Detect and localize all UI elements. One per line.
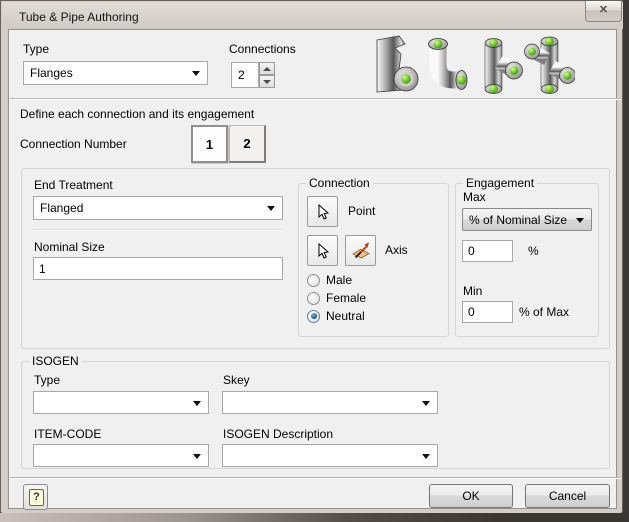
isogen-item-code-combobox[interactable] [33,444,209,467]
help-icon: ? [29,489,44,506]
connections-input[interactable] [231,62,259,88]
max-percent-suffix: % [528,244,539,258]
background-shadow-strip [0,513,629,522]
title-bar: Tube & Pipe Authoring [2,2,623,29]
top-separator [10,98,621,99]
connection-number-label: Connection Number [20,137,127,151]
cross-fitting-icon [524,36,575,94]
nominal-size-input[interactable] [33,257,283,280]
type-combobox[interactable]: Flanges [23,61,208,85]
radio-icon [307,273,320,287]
chevron-down-icon [576,217,584,223]
end-treatment-value: Flanged [40,201,84,215]
footer-separator [10,477,621,478]
type-label: Type [23,42,50,56]
isogen-description-combobox[interactable] [222,444,438,467]
isogen-skey-combobox[interactable] [222,391,438,414]
chevron-down-icon [422,453,430,459]
chevron-down-icon [193,453,201,459]
radio-icon [307,291,320,305]
axis-select-button[interactable] [307,235,338,266]
max-label: Max [463,190,486,204]
radio-neutral[interactable]: Neutral [307,309,365,323]
ok-button[interactable]: OK [429,484,513,508]
isogen-skey-label: Skey [223,373,250,387]
isogen-description-label: ISOGEN Description [223,427,334,441]
radio-neutral-label: Neutral [326,309,365,323]
arrow-down-icon [263,80,271,84]
radio-selected-icon [307,309,320,323]
isogen-type-combobox[interactable] [33,391,209,414]
end-treatment-label: End Treatment [34,178,113,192]
define-connection-text: Define each connection and its engagemen… [20,107,255,121]
elbow-fitting-icon [428,38,468,90]
radio-female-label: Female [326,291,367,305]
help-button[interactable]: ? [23,484,48,510]
arrow-up-icon [263,67,271,71]
cursor-icon [318,242,329,259]
max-mode-combobox[interactable]: % of Nominal Size [462,208,592,231]
isogen-item-code-label: ITEM-CODE [34,427,102,441]
connection-group-title: Connection [306,176,373,190]
spin-down-button[interactable] [259,75,275,88]
min-suffix: % of Max [519,305,570,319]
chevron-down-icon [422,400,430,406]
isogen-type-label: Type [34,373,61,387]
tube-pipe-authoring-dialog: Tube & Pipe Authoring ✕ Type Flanges Con… [0,0,623,514]
axis-icon [351,242,370,258]
cancel-button[interactable]: Cancel [525,484,610,508]
point-label: Point [348,204,376,218]
spin-up-button[interactable] [259,62,275,75]
max-percent-input[interactable] [462,240,513,262]
radio-male-label: Male [326,273,353,287]
connections-label: Connections [229,42,296,56]
radio-female[interactable]: Female [307,291,366,305]
engagement-group-title: Engagement [463,176,538,190]
connections-spinner [231,62,275,88]
min-label: Min [463,284,483,298]
axis-label: Axis [385,243,408,257]
chevron-down-icon [192,71,200,76]
type-value: Flanges [30,66,73,80]
tee-fitting-icon [484,38,523,94]
axis-direction-button[interactable] [345,235,376,266]
radio-male[interactable]: Male [307,273,352,287]
chevron-down-icon [267,206,275,211]
close-button[interactable]: ✕ [585,1,622,22]
min-percent-input[interactable] [462,301,513,323]
end-treatment-combobox[interactable]: Flanged [33,196,283,220]
connection-number-button-2[interactable]: 2 [229,125,266,163]
end-treatment-separator [33,229,283,230]
point-select-button[interactable] [307,196,338,227]
flange-fitting-icon [376,35,419,93]
isogen-group-title: ISOGEN [29,354,82,368]
connection-number-button-1[interactable]: 1 [191,125,228,163]
chevron-down-icon [193,400,201,406]
close-icon: ✕ [598,4,609,16]
window-title: Tube & Pipe Authoring [19,10,139,24]
max-mode-value: % of Nominal Size [469,212,568,227]
nominal-size-label: Nominal Size [34,240,105,254]
cursor-icon [318,203,329,220]
screen: Tube & Pipe Authoring ✕ Type Flanges Con… [0,0,629,522]
